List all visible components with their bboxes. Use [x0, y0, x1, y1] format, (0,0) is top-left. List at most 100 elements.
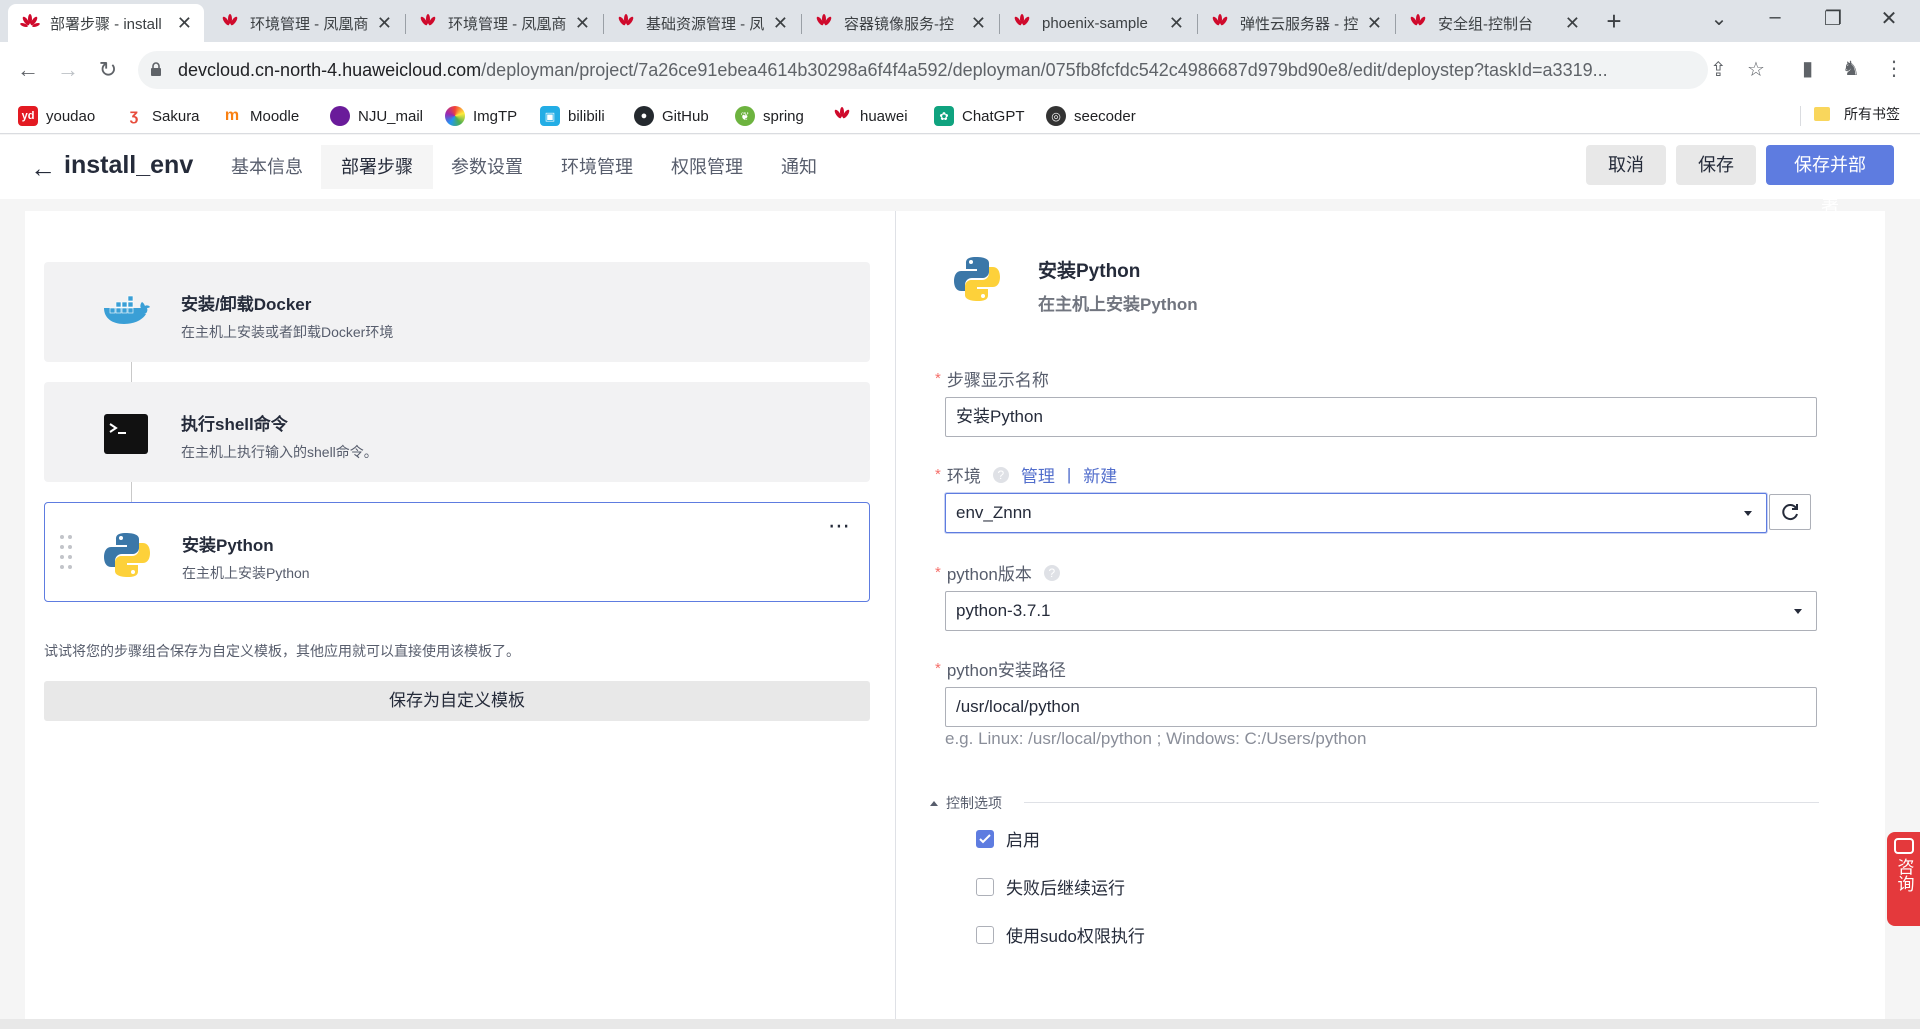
checkbox-label: 启用 [1006, 831, 1040, 850]
required-mark: * [935, 564, 941, 581]
tab-basic-info[interactable]: 基本信息 [211, 145, 323, 189]
more-options-icon[interactable]: ⋯ [828, 513, 851, 539]
reload-icon[interactable]: ↻ [92, 54, 124, 86]
bookmark-youdao[interactable]: yd youdao [18, 104, 95, 128]
browser-tab[interactable]: 安全组-控制台 ✕ [1396, 4, 1592, 42]
help-icon[interactable]: ? [1043, 564, 1060, 581]
url-text: devcloud.cn-north-4.huaweicloud.com/depl… [178, 60, 1628, 81]
close-icon[interactable]: ✕ [773, 13, 788, 34]
checkbox-icon[interactable] [976, 877, 994, 896]
bookmark-label: youdao [46, 107, 96, 125]
bookmark-nju-mail[interactable]: NJU_mail [330, 104, 423, 128]
github-icon: ● [634, 106, 654, 126]
cancel-button[interactable]: 取消 [1586, 145, 1666, 185]
close-icon[interactable]: ✕ [575, 13, 590, 34]
checkbox-label: 使用sudo权限执行 [1006, 927, 1145, 946]
help-icon[interactable]: ? [992, 466, 1009, 483]
bookmarks-divider [1800, 106, 1801, 126]
side-panel-icon[interactable]: ▮ [1802, 56, 1813, 81]
divider [1024, 802, 1819, 803]
bookmark-bilibili[interactable]: ▣ bilibili [540, 104, 605, 128]
checkbox-checked-icon[interactable] [976, 829, 994, 848]
browser-tab[interactable]: 容器镜像服务-控 ✕ [802, 4, 998, 42]
selected-step-name: 安装Python [1038, 261, 1141, 282]
bookmark-huawei[interactable]: huawei [832, 104, 908, 128]
save-and-deploy-button[interactable]: 保存并部署 [1766, 145, 1894, 215]
profile-avatar-icon[interactable]: ♞ [1842, 56, 1860, 81]
back-arrow-icon[interactable]: ← [30, 153, 56, 184]
continue-on-failure-checkbox[interactable]: 失败后继续运行 [976, 874, 1125, 899]
browser-tab[interactable]: 环境管理 - 凤凰商 ✕ [406, 4, 602, 42]
tab-title: 容器镜像服务-控 [844, 15, 954, 33]
refresh-button[interactable] [1769, 494, 1811, 530]
environment-select[interactable]: env_Znnn [945, 493, 1767, 533]
tab-search-icon[interactable]: ⌄ [1699, 6, 1739, 31]
close-window-icon[interactable]: ✕ [1869, 6, 1909, 31]
step-card-docker[interactable]: 安装/卸载Docker 在主机上安装或者卸载Docker环境 [44, 262, 870, 362]
tab-environment[interactable]: 环境管理 [541, 145, 653, 189]
minimize-icon[interactable]: – [1755, 6, 1795, 29]
drag-handle-icon[interactable] [59, 533, 73, 569]
menu-icon[interactable]: ⋮ [1884, 56, 1904, 81]
share-icon[interactable]: ⇪ [1710, 57, 1727, 82]
browser-tab[interactable]: phoenix-sample ✕ [1000, 4, 1196, 42]
restore-icon[interactable]: ❐ [1813, 6, 1853, 31]
label-text: python安装路径 [946, 661, 1066, 680]
bookmark-imgtp[interactable]: ImgTP [445, 104, 517, 128]
moodle-icon: m [224, 107, 240, 124]
url-field[interactable]: devcloud.cn-north-4.huaweicloud.com/depl… [138, 51, 1765, 89]
close-icon[interactable]: ✕ [1169, 13, 1184, 34]
save-button[interactable]: 保存 [1676, 145, 1756, 185]
seecoder-icon: ◎ [1046, 106, 1066, 126]
new-tab-button[interactable]: + [1599, 6, 1629, 37]
close-icon[interactable]: ✕ [1367, 13, 1382, 34]
tab-title: 环境管理 - 凤凰商 [448, 15, 567, 33]
tab-title: phoenix-sample [1042, 14, 1148, 32]
tab-deploy-steps[interactable]: 部署步骤 [321, 145, 433, 189]
huawei-icon [420, 14, 436, 26]
consult-button[interactable]: 咨询 [1887, 832, 1920, 926]
checkbox-icon[interactable] [976, 925, 994, 944]
label-text: 步骤显示名称 [946, 371, 1049, 390]
control-options-toggle[interactable]: 控制选项 [930, 793, 1002, 813]
python-path-input[interactable]: /usr/local/python [945, 687, 1817, 727]
bookmark-label: huawei [860, 107, 908, 125]
enable-checkbox[interactable]: 启用 [976, 826, 1040, 851]
tab-title: 弹性云服务器 - 控 [1240, 15, 1359, 33]
bookmark-spring[interactable]: ❦ spring [735, 104, 804, 128]
back-arrow-icon[interactable]: ← [12, 54, 44, 86]
huawei-icon [1212, 14, 1228, 26]
tab-permissions[interactable]: 权限管理 [651, 145, 763, 189]
sakura-icon: ʒ [129, 107, 139, 124]
close-icon[interactable]: ✕ [1565, 13, 1580, 34]
browser-tab[interactable]: 弹性云服务器 - 控 ✕ [1198, 4, 1394, 42]
python-version-select[interactable]: python-3.7.1 [945, 591, 1817, 631]
step-description: 在主机上执行输入的shell命令。 [181, 444, 378, 460]
step-name-input[interactable]: 安装Python [945, 397, 1817, 437]
chevron-down-icon [1744, 511, 1752, 516]
manage-env-link[interactable]: 管理 [1021, 462, 1055, 487]
tab-parameters[interactable]: 参数设置 [431, 145, 543, 189]
sudo-checkbox[interactable]: 使用sudo权限执行 [976, 922, 1145, 947]
bookmark-github[interactable]: ● GitHub [634, 104, 709, 128]
forward-arrow-icon[interactable]: → [52, 54, 84, 86]
close-icon[interactable]: ✕ [377, 13, 392, 34]
new-env-link[interactable]: 新建 [1083, 462, 1117, 487]
bookmark-seecoder[interactable]: ◎ seecoder [1046, 104, 1136, 128]
save-as-template-button[interactable]: 保存为自定义模板 [44, 681, 870, 721]
close-icon[interactable]: ✕ [971, 13, 986, 34]
step-card-python[interactable]: 安装Python 在主机上安装Python ⋯ [44, 502, 870, 602]
python-path-label: * python安装路径 [935, 656, 1066, 681]
bookmark-chatgpt[interactable]: ✿ ChatGPT [934, 104, 1025, 128]
browser-tab[interactable]: 部署步骤 - install ✕ [8, 4, 204, 42]
bookmark-star-icon[interactable]: ☆ [1747, 57, 1765, 82]
all-bookmarks[interactable]: 所有书签 [1814, 104, 1900, 124]
tab-notifications[interactable]: 通知 [761, 145, 837, 189]
browser-tab[interactable]: 环境管理 - 凤凰商 ✕ [208, 4, 404, 42]
browser-tab[interactable]: 基础资源管理 - 凤 ✕ [604, 4, 800, 42]
close-icon[interactable]: ✕ [177, 13, 192, 34]
bookmark-label: GitHub [662, 107, 709, 125]
bookmark-moodle[interactable]: m Moodle [222, 104, 299, 128]
bookmark-sakura[interactable]: ʒ Sakura [124, 104, 200, 128]
step-card-shell[interactable]: 执行shell命令 在主机上执行输入的shell命令。 [44, 382, 870, 482]
